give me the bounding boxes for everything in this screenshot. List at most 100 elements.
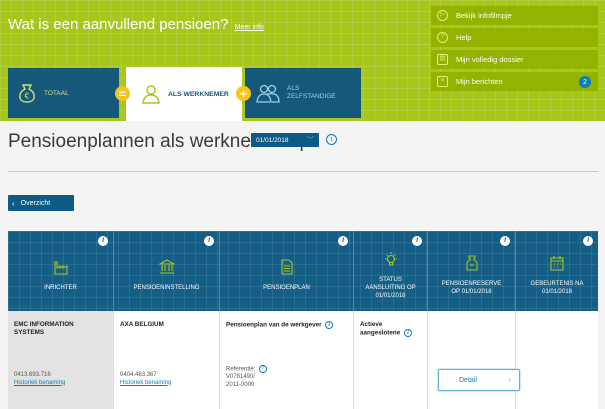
lightbulb-icon xyxy=(383,251,399,270)
menu-item-infofilmpje[interactable]: ▷ Bekijk infofilmpje xyxy=(431,6,598,25)
header-status: i STATUS AANSLUITING OP 01/01/2018 xyxy=(354,231,428,311)
info-icon[interactable]: i xyxy=(404,329,412,337)
header-title-text: Wat is een aanvullend pensioen? xyxy=(8,16,229,33)
header-pensioenplan: i PENSIOENPLAN xyxy=(220,231,354,311)
help-icon: ? xyxy=(437,32,448,43)
equals-operator: = xyxy=(115,86,130,101)
tab-label: TOTAAL xyxy=(44,89,69,97)
detail-button[interactable]: Detail › xyxy=(438,369,520,391)
side-menu: ▷ Bekijk infofilmpje ? Help ▤ Mijn volle… xyxy=(431,6,598,94)
person-icon xyxy=(140,83,162,105)
menu-item-berichten[interactable]: ≡ Mijn berichten 2 xyxy=(431,72,598,91)
header-label-line: PENSIOENRESERVE xyxy=(441,280,502,287)
header-label: INRICHTER xyxy=(44,284,77,291)
header-pensioeninstelling: i PENSIOENINSTELLING xyxy=(114,231,220,311)
tab-totaal[interactable]: € TOTAAL xyxy=(8,68,119,118)
plan-name: Pensioenplan van de werkgever i xyxy=(226,321,347,330)
header-gebeurtenis: i GEBEURTENIS NA 01/01/2018 xyxy=(516,231,598,311)
folder-icon: ▤ xyxy=(437,54,448,65)
header-label-line: 01/01/2018 xyxy=(375,292,406,299)
messages-count-badge: 2 xyxy=(579,76,591,88)
plan-ref-line: 2011-0000 xyxy=(226,381,255,388)
overzicht-label: Overzicht xyxy=(20,199,51,207)
inrichter-meta: 0413.693.716 Historiek benaming xyxy=(14,372,65,387)
info-icon[interactable]: i xyxy=(325,321,334,329)
play-icon: ▷ xyxy=(437,10,448,21)
calendar-icon xyxy=(549,255,565,274)
tab-als-zelfstandige[interactable]: ALS ZELFSTANDIGE xyxy=(245,68,361,118)
date-select-value: 01/01/2018 xyxy=(256,136,289,144)
tab-als-werknemer[interactable]: ALS WERKNEMER xyxy=(126,67,242,121)
menu-item-label: Mijn berichten xyxy=(456,77,503,86)
inrichter-name-line: SYSTEMS xyxy=(14,329,45,336)
status-line: aangeslotene xyxy=(360,329,401,337)
inrichter-name: EMC INFORMATION SYSTEMS xyxy=(14,321,107,337)
meer-info-link[interactable]: Meer info xyxy=(235,24,264,31)
tab-label-line: ALS xyxy=(287,85,300,92)
chevron-left-icon: ‹ xyxy=(12,198,15,208)
chevron-right-icon: › xyxy=(508,375,511,384)
header-label-line: OP 01/01/2018 xyxy=(451,288,492,295)
cell-gebeurtenis xyxy=(516,311,598,409)
cell-pensioeninstelling: AXA BELGIUM 0404.483.367 Historiek benam… xyxy=(114,311,220,409)
date-select[interactable]: 01/01/2018 ﹀ xyxy=(251,133,319,147)
menu-item-dossier[interactable]: ▤ Mijn volledig dossier xyxy=(431,50,598,69)
tab-label: ALS WERKNEMER xyxy=(168,90,229,98)
bank-icon xyxy=(157,258,176,278)
cell-pensioenplan: Pensioenplan van de werkgever i Referent… xyxy=(220,311,354,409)
status-line: Actieve xyxy=(360,321,383,328)
document-icon: ≡ xyxy=(437,76,448,87)
info-icon[interactable]: i xyxy=(259,365,268,373)
jar-icon xyxy=(464,254,480,274)
inrichter-history-link[interactable]: Historiek benaming xyxy=(14,380,65,386)
instelling-meta: 0404.483.367 Historiek benaming xyxy=(120,372,171,387)
chevron-down-icon: ﹀ xyxy=(307,137,314,144)
people-icon xyxy=(255,82,281,104)
menu-item-label: Mijn volledig dossier xyxy=(456,55,524,64)
money-bag-icon: € xyxy=(16,82,38,104)
header-title: Wat is een aanvullend pensioen? Meer inf… xyxy=(8,16,264,33)
tab-label: ALS ZELFSTANDIGE xyxy=(287,85,336,101)
plan-name-text: Pensioenplan van de werkgever xyxy=(226,321,322,329)
status-text: Actieve aangeslotene i xyxy=(360,321,421,338)
plan-ref-line: V0781490/ xyxy=(226,374,256,381)
cell-pensioenreserve: Detail › xyxy=(428,311,520,409)
header-inrichter: i INRICHTER xyxy=(8,231,114,311)
header-label-line: GEBEURTENIS NA xyxy=(530,280,584,287)
overzicht-button[interactable]: ‹ Overzicht xyxy=(8,195,74,211)
instelling-history-link[interactable]: Historiek benaming xyxy=(120,380,171,386)
cell-status: Actieve aangeslotene i xyxy=(354,311,428,409)
table-row: EMC INFORMATION SYSTEMS 0413.693.716 His… xyxy=(8,311,598,409)
info-icon[interactable]: i xyxy=(500,236,510,246)
header-label-line: AANSLUITING OP xyxy=(365,284,416,291)
info-icon[interactable]: i xyxy=(204,236,214,246)
instelling-number: 0404.483.367 xyxy=(120,372,157,378)
menu-item-help[interactable]: ? Help xyxy=(431,28,598,47)
plan-ref-label: Referentie: xyxy=(226,366,256,373)
svg-text:€: € xyxy=(24,92,29,101)
info-icon[interactable]: i xyxy=(412,236,422,246)
plan-reference: Referentie: i V0781490/ 2011-0000 xyxy=(226,365,268,389)
header-label-line: 01/01/2018 xyxy=(541,288,573,295)
plus-operator: + xyxy=(236,86,251,101)
header-label-line: STATUS xyxy=(379,276,402,283)
info-icon[interactable]: i xyxy=(583,236,593,246)
document-icon xyxy=(279,258,295,278)
header-pensioenreserve: i PENSIOENRESERVE OP 01/01/2018 xyxy=(428,231,516,311)
tab-label-line: ZELFSTANDIGE xyxy=(287,93,336,100)
cell-inrichter: EMC INFORMATION SYSTEMS 0413.693.716 His… xyxy=(8,311,114,409)
menu-item-label: Help xyxy=(456,33,472,42)
factory-icon xyxy=(53,259,69,278)
info-icon[interactable]: i xyxy=(326,134,337,145)
menu-item-label: Bekijk infofilmpje xyxy=(456,11,512,20)
info-icon[interactable]: i xyxy=(98,236,108,246)
instelling-name: AXA BELGIUM xyxy=(120,321,164,328)
header-banner: Wat is een aanvullend pensioen? Meer inf… xyxy=(0,0,605,121)
detail-label: Detail xyxy=(459,376,477,384)
inrichter-number: 0413.693.716 xyxy=(14,372,51,378)
header-label: PENSIOENINSTELLING xyxy=(133,284,200,291)
divider xyxy=(8,171,598,172)
pension-plans-table: i INRICHTER i PENSIOENINSTELLING i PENSI… xyxy=(8,231,598,409)
inrichter-name-line: EMC INFORMATION xyxy=(14,321,74,328)
info-icon[interactable]: i xyxy=(338,236,348,246)
